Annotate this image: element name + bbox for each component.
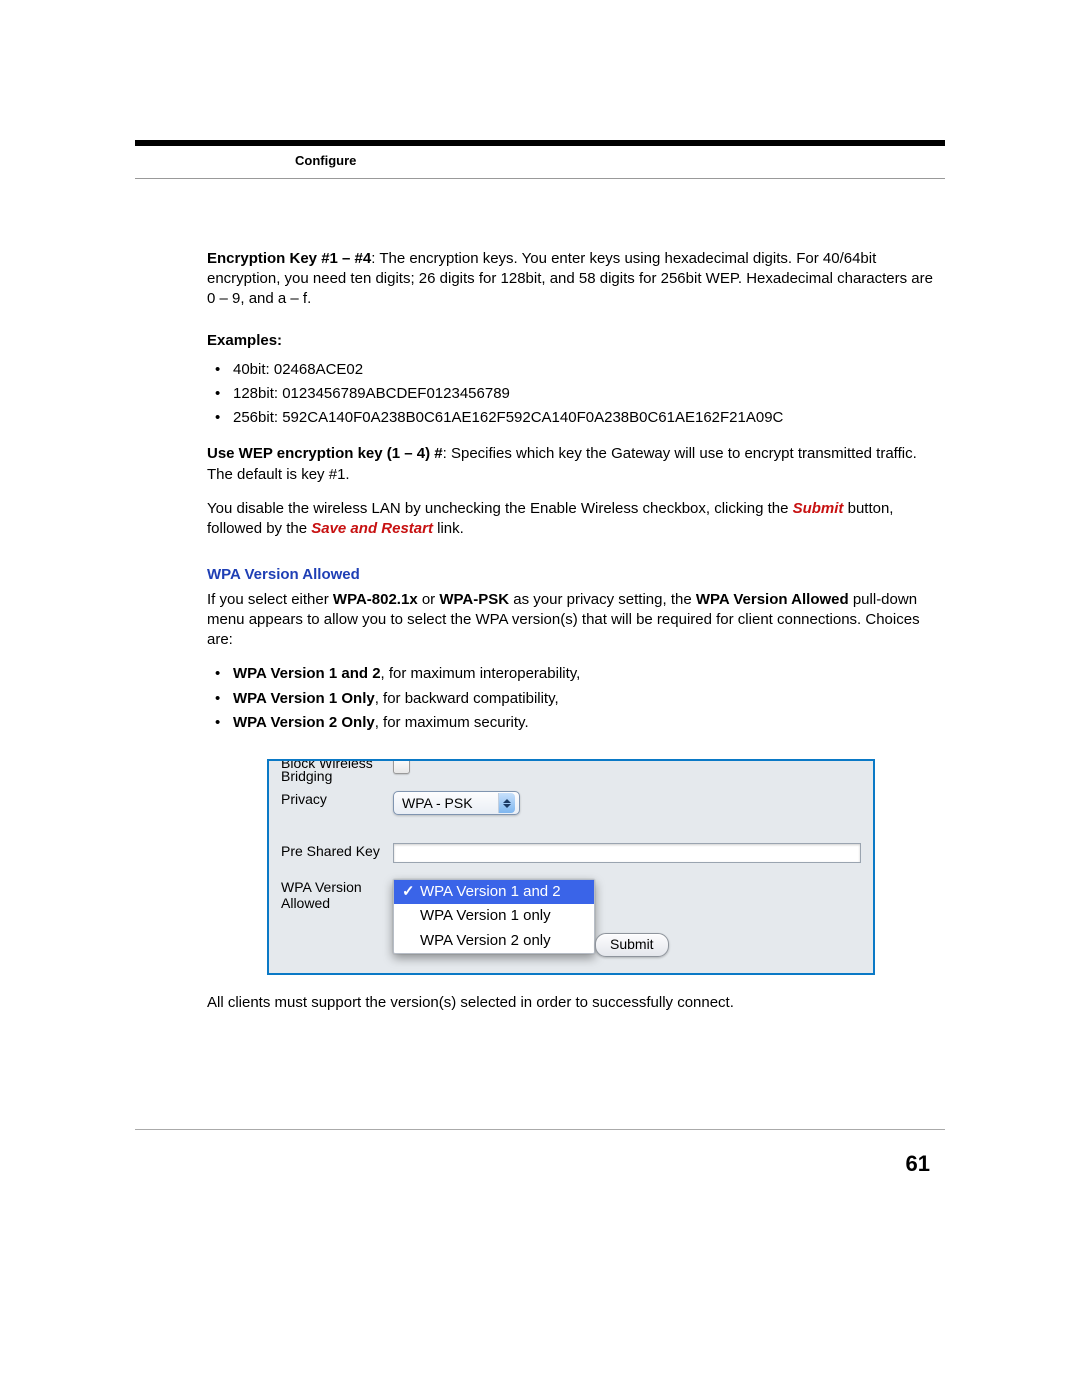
wpa-8021x-bold: WPA-802.1x xyxy=(333,591,418,608)
choice-b-rest: , for backward compatibility, xyxy=(375,690,559,707)
row-pre-shared-key: Pre Shared Key xyxy=(281,843,861,863)
label-bridging: Bridging xyxy=(281,768,393,784)
label-pre-shared-key: Pre Shared Key xyxy=(281,843,393,859)
encryption-key-paragraph: Encryption Key #1 – #4: The encryption k… xyxy=(207,249,945,310)
after-figure-paragraph: All clients must support the version(s) … xyxy=(207,993,945,1013)
dropdown-option-v1-only[interactable]: WPA Version 1 only xyxy=(394,904,594,928)
submit-button[interactable]: Submit xyxy=(595,933,669,957)
footer-rule xyxy=(135,1129,945,1130)
use-wep-paragraph: Use WEP encryption key (1 – 4) #: Specif… xyxy=(207,444,945,485)
chevron-down-icon xyxy=(503,804,511,808)
wpa-para-mid1: or xyxy=(418,591,440,608)
wpa-version-dropdown[interactable]: WPA Version 1 and 2 WPA Version 1 only W… xyxy=(393,879,595,954)
choice-v1-only: WPA Version 1 Only, for backward compati… xyxy=(207,689,945,709)
wpa-para-pre: If you select either xyxy=(207,591,333,608)
example-40bit: 40bit: 02468ACE02 xyxy=(207,360,945,380)
choice-b-bold: WPA Version 1 Only xyxy=(233,690,375,707)
wpa-choices-list: WPA Version 1 and 2, for maximum interop… xyxy=(207,664,945,733)
privacy-select[interactable]: WPA - PSK xyxy=(393,791,520,815)
examples-list: 40bit: 02468ACE02 128bit: 0123456789ABCD… xyxy=(207,360,945,429)
label-privacy: Privacy xyxy=(281,791,393,807)
select-stepper-icon xyxy=(498,793,515,813)
wpa-version-heading: WPA Version Allowed xyxy=(207,565,945,585)
wpa-settings-screenshot: Block Wireless Bridging Privacy WPA - PS… xyxy=(267,759,875,975)
example-256bit: 256bit: 592CA140F0A238B0C61AE162F592CA14… xyxy=(207,408,945,428)
privacy-select-value: WPA - PSK xyxy=(402,794,492,813)
body-content: Encryption Key #1 – #4: The encryption k… xyxy=(207,249,945,1014)
dropdown-option-v2-only[interactable]: WPA Version 2 only xyxy=(394,929,594,953)
row-bridging: Bridging xyxy=(281,768,861,784)
choice-c-rest: , for maximum security. xyxy=(375,714,529,731)
wpa-version-paragraph: If you select either WPA-802.1x or WPA-P… xyxy=(207,590,945,651)
save-restart-link-word: Save and Restart xyxy=(311,520,433,537)
wpa-psk-bold: WPA-PSK xyxy=(439,591,509,608)
row-privacy: Privacy WPA - PSK xyxy=(281,791,861,815)
enc-key-label: Encryption Key #1 – #4 xyxy=(207,250,371,267)
wpa-para-mid2: as your privacy setting, the xyxy=(509,591,696,608)
choice-v1-and-2: WPA Version 1 and 2, for maximum interop… xyxy=(207,664,945,684)
pre-shared-key-input[interactable] xyxy=(393,843,861,863)
choice-a-bold: WPA Version 1 and 2 xyxy=(233,665,381,682)
header-thick-rule xyxy=(135,140,945,146)
chevron-up-icon xyxy=(503,799,511,803)
label-wpa-version-allowed: WPA Version Allowed xyxy=(281,879,393,911)
dropdown-option-v1-and-2[interactable]: WPA Version 1 and 2 xyxy=(394,880,594,904)
page-number: 61 xyxy=(906,1149,930,1179)
choice-a-rest: , for maximum interoperability, xyxy=(381,665,581,682)
examples-heading: Examples: xyxy=(207,331,945,351)
choice-v2-only: WPA Version 2 Only, for maximum security… xyxy=(207,713,945,733)
example-128bit: 128bit: 0123456789ABCDEF0123456789 xyxy=(207,384,945,404)
header-thin-rule xyxy=(135,178,945,179)
disable-pre: You disable the wireless LAN by unchecki… xyxy=(207,500,793,517)
document-page: Configure Encryption Key #1 – #4: The en… xyxy=(0,0,1080,1397)
disable-post: link. xyxy=(433,520,464,537)
choice-c-bold: WPA Version 2 Only xyxy=(233,714,375,731)
submit-link-word: Submit xyxy=(793,500,844,517)
use-wep-label: Use WEP encryption key (1 – 4) # xyxy=(207,445,443,462)
figure-inner: Block Wireless Bridging Privacy WPA - PS… xyxy=(269,761,873,973)
header-section-title: Configure xyxy=(295,152,945,170)
wpa-version-allowed-bold: WPA Version Allowed xyxy=(696,591,849,608)
disable-wireless-paragraph: You disable the wireless LAN by unchecki… xyxy=(207,499,945,540)
